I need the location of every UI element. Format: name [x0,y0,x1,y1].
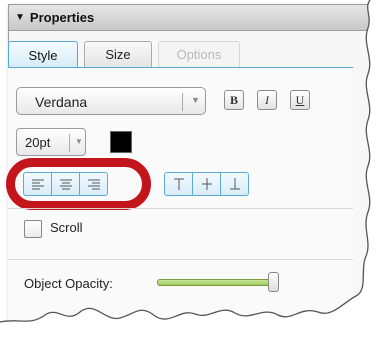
torn-paper-edge [0,0,380,339]
